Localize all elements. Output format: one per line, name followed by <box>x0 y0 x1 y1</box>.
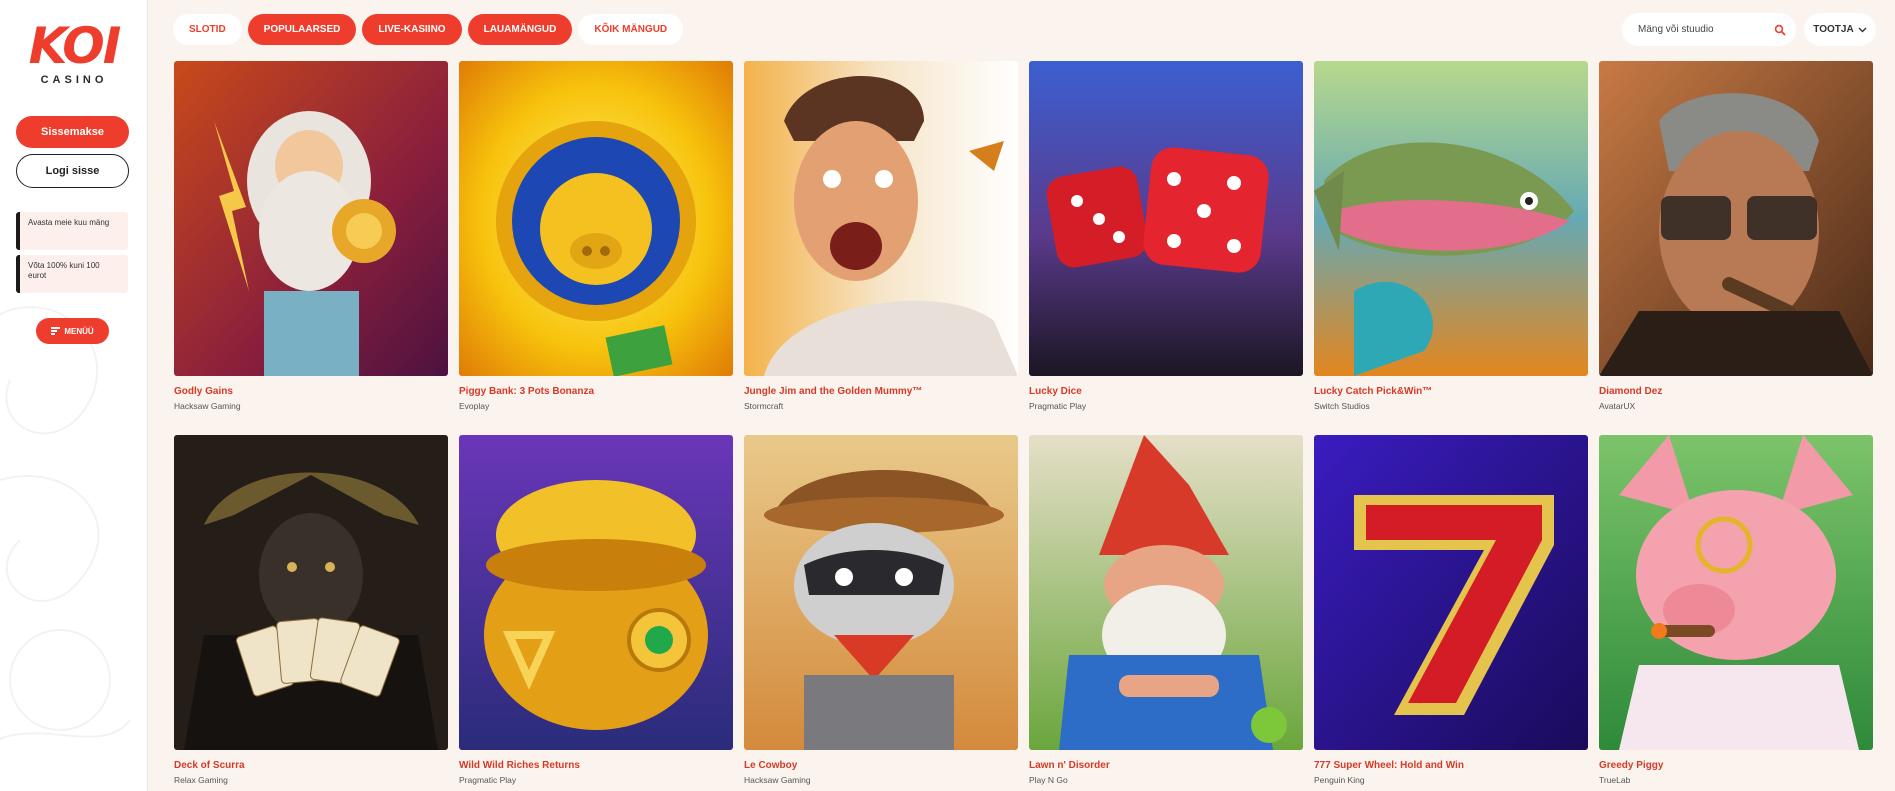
game-provider: Stormcraft <box>744 401 784 411</box>
deposit-button[interactable]: Sissemakse <box>16 116 129 148</box>
game-title[interactable]: Godly Gains <box>174 386 448 397</box>
tab-slots[interactable]: SLOTID <box>173 14 242 45</box>
game-provider: Penguin King <box>1314 775 1365 785</box>
game-thumbnail[interactable] <box>459 435 733 750</box>
provider-label: TOOTJA <box>1813 24 1854 35</box>
game-title[interactable]: Lawn n' Disorder <box>1029 760 1303 771</box>
tab-all-games[interactable]: KÕIK MÄNGUD <box>578 14 684 45</box>
game-card[interactable]: Deck of Scurra Relax Gaming <box>174 435 448 791</box>
game-grid: Godly Gains Hacksaw Gaming Piggy Bank: 3… <box>174 61 1873 791</box>
logo-wordmark: KOI <box>28 17 122 75</box>
promo-game-of-month[interactable]: Avasta meie kuu mäng <box>16 212 128 250</box>
game-card[interactable]: Piggy Bank: 3 Pots Bonanza Evoplay <box>459 61 733 435</box>
raccoon-artwork <box>744 435 1018 750</box>
provider-dropdown[interactable]: TOOTJA <box>1804 13 1876 46</box>
game-thumbnail[interactable] <box>174 61 448 376</box>
game-title[interactable]: Piggy Bank: 3 Pots Bonanza <box>459 386 733 397</box>
lucky-seven-artwork <box>1314 435 1588 750</box>
menu-icon <box>51 326 61 337</box>
game-title[interactable]: Jungle Jim and the Golden Mummy™ <box>744 386 1018 397</box>
game-thumbnail[interactable] <box>1599 435 1873 750</box>
game-thumbnail[interactable] <box>1599 61 1873 376</box>
mobster-artwork <box>1599 61 1873 376</box>
jester-artwork <box>174 435 448 750</box>
category-tabs: SLOTID POPULAARSED LIVE-KASIINO LAUAMÄNG… <box>173 14 684 45</box>
tab-table-games[interactable]: LAUAMÄNGUD <box>467 14 573 45</box>
game-title[interactable]: Le Cowboy <box>744 760 1018 771</box>
game-thumbnail[interactable] <box>174 435 448 750</box>
game-card[interactable]: Wild Wild Riches Returns Pragmatic Play <box>459 435 733 791</box>
game-title[interactable]: 777 Super Wheel: Hold and Win <box>1314 760 1588 771</box>
game-provider: Hacksaw Gaming <box>174 401 241 411</box>
game-provider: Switch Studios <box>1314 401 1370 411</box>
game-card[interactable]: Jungle Jim and the Golden Mummy™ Stormcr… <box>744 61 1018 435</box>
game-title[interactable]: Lucky Catch Pick&Win™ <box>1314 386 1588 397</box>
explorer-artwork <box>744 61 1018 376</box>
game-card[interactable]: Lawn n' Disorder Play N Go <box>1029 435 1303 791</box>
game-title[interactable]: Greedy Piggy <box>1599 760 1873 771</box>
search-box <box>1622 13 1796 46</box>
game-thumbnail[interactable] <box>1029 435 1303 750</box>
game-title[interactable]: Wild Wild Riches Returns <box>459 760 733 771</box>
game-thumbnail[interactable] <box>1314 61 1588 376</box>
zeus-artwork <box>174 61 448 376</box>
login-button[interactable]: Logi sisse <box>16 154 129 188</box>
game-provider: Play N Go <box>1029 775 1068 785</box>
game-thumbnail[interactable] <box>459 61 733 376</box>
game-card[interactable]: Lucky Dice Pragmatic Play <box>1029 61 1303 435</box>
chevron-down-icon <box>1858 27 1867 32</box>
game-card[interactable]: Le Cowboy Hacksaw Gaming <box>744 435 1018 791</box>
game-card[interactable]: Diamond Dez AvatarUX <box>1599 61 1873 435</box>
dice-artwork <box>1029 61 1303 376</box>
game-title[interactable]: Diamond Dez <box>1599 386 1873 397</box>
greedy-pig-artwork <box>1599 435 1873 750</box>
tab-live-casino[interactable]: LIVE-KASIINO <box>362 14 462 45</box>
game-title[interactable]: Lucky Dice <box>1029 386 1303 397</box>
koi-casino-logo[interactable]: KOI CASINO <box>24 20 124 94</box>
game-provider: Relax Gaming <box>174 775 228 785</box>
menu-label: MENÜÜ <box>64 326 94 336</box>
game-thumbnail[interactable] <box>1314 435 1588 750</box>
game-card[interactable]: Godly Gains Hacksaw Gaming <box>174 61 448 435</box>
game-card[interactable]: Lucky Catch Pick&Win™ Switch Studios <box>1314 61 1588 435</box>
pot-of-gold-artwork <box>459 435 733 750</box>
pig-coin-artwork <box>459 61 733 376</box>
game-thumbnail[interactable] <box>744 61 1018 376</box>
game-card[interactable]: Greedy Piggy TrueLab <box>1599 435 1873 791</box>
logo-subtitle: CASINO <box>40 74 108 86</box>
game-provider: AvatarUX <box>1599 401 1636 411</box>
game-card[interactable]: 777 Super Wheel: Hold and Win Penguin Ki… <box>1314 435 1588 791</box>
fish-artwork <box>1314 61 1588 376</box>
game-provider: Pragmatic Play <box>1029 401 1087 411</box>
promo-welcome-bonus[interactable]: Võta 100% kuni 100 eurot <box>16 255 128 293</box>
search-input[interactable] <box>1638 24 1768 35</box>
game-thumbnail[interactable] <box>1029 61 1303 376</box>
game-title[interactable]: Deck of Scurra <box>174 760 448 771</box>
game-provider: Hacksaw Gaming <box>744 775 811 785</box>
menu-button[interactable]: MENÜÜ <box>36 318 109 344</box>
game-provider: Pragmatic Play <box>459 775 517 785</box>
sidebar: KOI CASINO Sissemakse Logi sisse Avasta … <box>0 0 148 791</box>
game-provider: TrueLab <box>1599 775 1631 785</box>
koi-pattern-decoration <box>0 306 131 740</box>
game-provider: Evoplay <box>459 401 490 411</box>
game-thumbnail[interactable] <box>744 435 1018 750</box>
search-icon[interactable] <box>1774 24 1786 36</box>
tab-popular[interactable]: POPULAARSED <box>247 14 357 45</box>
gnome-artwork <box>1029 435 1303 750</box>
